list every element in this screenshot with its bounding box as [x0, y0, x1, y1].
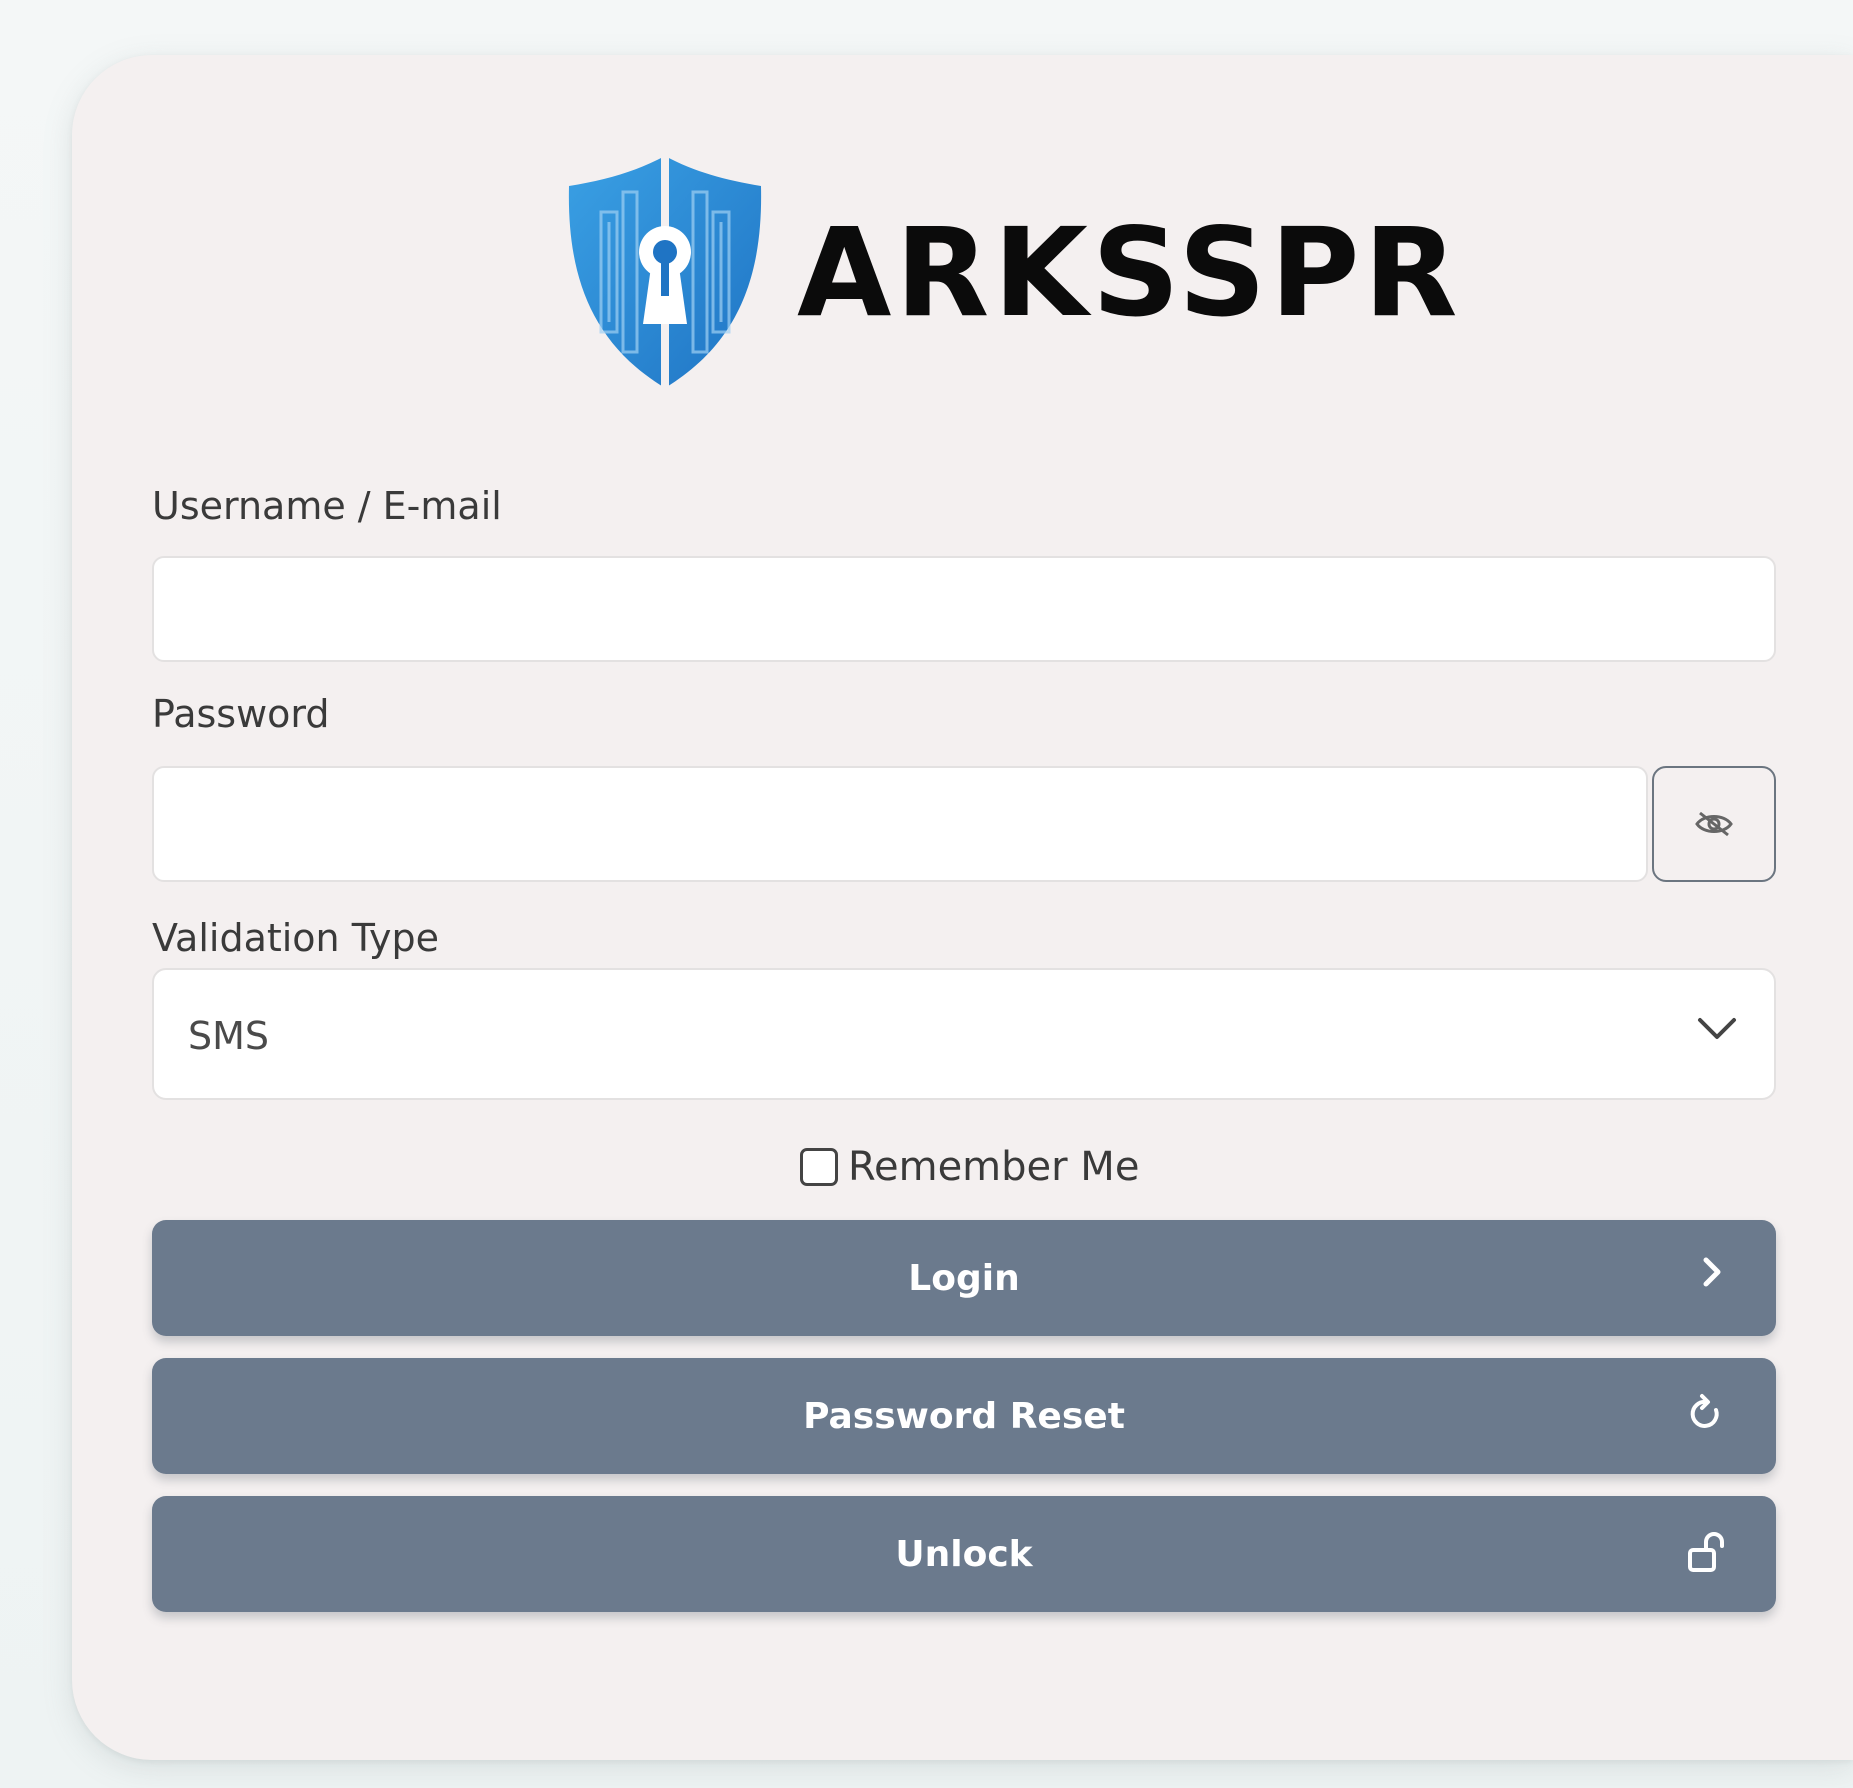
password-input[interactable]: [152, 766, 1648, 882]
unlock-button-label: Unlock: [895, 1534, 1033, 1575]
validation-type-label: Validation Type: [152, 916, 440, 960]
password-label: Password: [152, 692, 330, 736]
validation-type-select[interactable]: SMS: [152, 968, 1776, 1100]
chevron-right-icon: [1703, 1257, 1721, 1287]
login-button[interactable]: Login: [152, 1220, 1776, 1336]
refresh-icon: [1690, 1394, 1719, 1428]
username-input[interactable]: [152, 556, 1776, 662]
eye-slash-icon: [1695, 811, 1733, 837]
username-label: Username / E-mail: [152, 484, 502, 528]
brand-logo: ARKSSPR: [565, 152, 1458, 392]
toggle-password-button[interactable]: [1652, 766, 1776, 882]
brand-name: ARKSSPR: [797, 202, 1462, 344]
unlock-icon: [1688, 1532, 1724, 1572]
login-button-label: Login: [908, 1258, 1020, 1299]
unlock-button[interactable]: Unlock: [152, 1496, 1776, 1612]
password-reset-button[interactable]: Password Reset: [152, 1358, 1776, 1474]
chevron-down-icon: [1698, 1018, 1736, 1039]
remember-me-label: Remember Me: [848, 1144, 1140, 1190]
remember-me[interactable]: Remember Me: [800, 1144, 1139, 1190]
password-reset-button-label: Password Reset: [803, 1396, 1125, 1437]
validation-type-value: SMS: [188, 1014, 270, 1058]
shield-keyhole-icon: [568, 156, 762, 388]
remember-me-checkbox[interactable]: [800, 1148, 838, 1186]
